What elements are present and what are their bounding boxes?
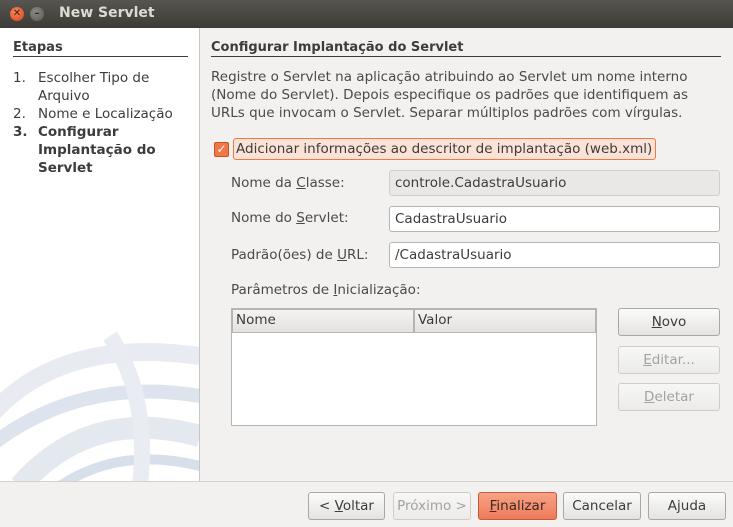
netbeans-logo (0, 331, 199, 481)
step-number: 2. (13, 106, 26, 122)
instructions-text: Registre o Servlet na aplicação atribuin… (211, 69, 689, 121)
step-label: Nome e Localização (38, 106, 173, 122)
finish-button[interactable]: Finalizar (478, 492, 557, 520)
column-header-name[interactable]: Nome (232, 309, 414, 333)
init-params-table[interactable]: Nome Valor (231, 308, 597, 426)
close-icon[interactable]: ✕ (10, 7, 24, 21)
delete-param-button[interactable]: Deletar (618, 383, 720, 411)
class-name-field[interactable] (389, 170, 720, 196)
window-title: New Servlet (59, 5, 155, 21)
add-descriptor-checkbox[interactable]: ✓ Adicionar informações ao descritor de … (210, 137, 660, 161)
add-descriptor-label[interactable]: Adicionar informações ao descritor de im… (233, 138, 657, 160)
edit-param-button[interactable]: Editar... (618, 346, 720, 374)
cancel-button[interactable]: Cancelar (563, 492, 641, 520)
url-pattern-field[interactable] (389, 242, 720, 268)
class-name-label: Nome da Classe: (231, 175, 345, 191)
check-icon[interactable]: ✓ (214, 142, 229, 157)
step-number: 1. (13, 70, 26, 86)
steps-heading: Etapas (13, 40, 188, 57)
back-button[interactable]: < Voltar (308, 492, 385, 520)
init-params-label: Parâmetros de Inicialização: (231, 282, 421, 298)
minimize-icon[interactable]: – (30, 7, 44, 21)
steps-sidebar: Etapas 1. Escolher Tipo de Arquivo 2. No… (0, 28, 200, 481)
servlet-name-label: Nome do Servlet: (231, 210, 349, 226)
column-header-value[interactable]: Valor (414, 309, 596, 333)
step-label: Configurar Implantação do Servlet (38, 124, 156, 176)
step-label: Escolher Tipo de Arquivo (38, 70, 150, 104)
new-param-button[interactable]: Novo (618, 308, 720, 336)
page-title: Configurar Implantação do Servlet (211, 40, 721, 57)
servlet-name-field[interactable] (389, 206, 720, 232)
next-button[interactable]: Próximo > (393, 492, 471, 520)
step-number: 3. (13, 124, 28, 140)
url-pattern-label: Padrão(ões) de URL: (231, 247, 369, 263)
title-bar: ✕ – New Servlet (0, 0, 733, 28)
help-button[interactable]: Ajuda (648, 492, 726, 520)
